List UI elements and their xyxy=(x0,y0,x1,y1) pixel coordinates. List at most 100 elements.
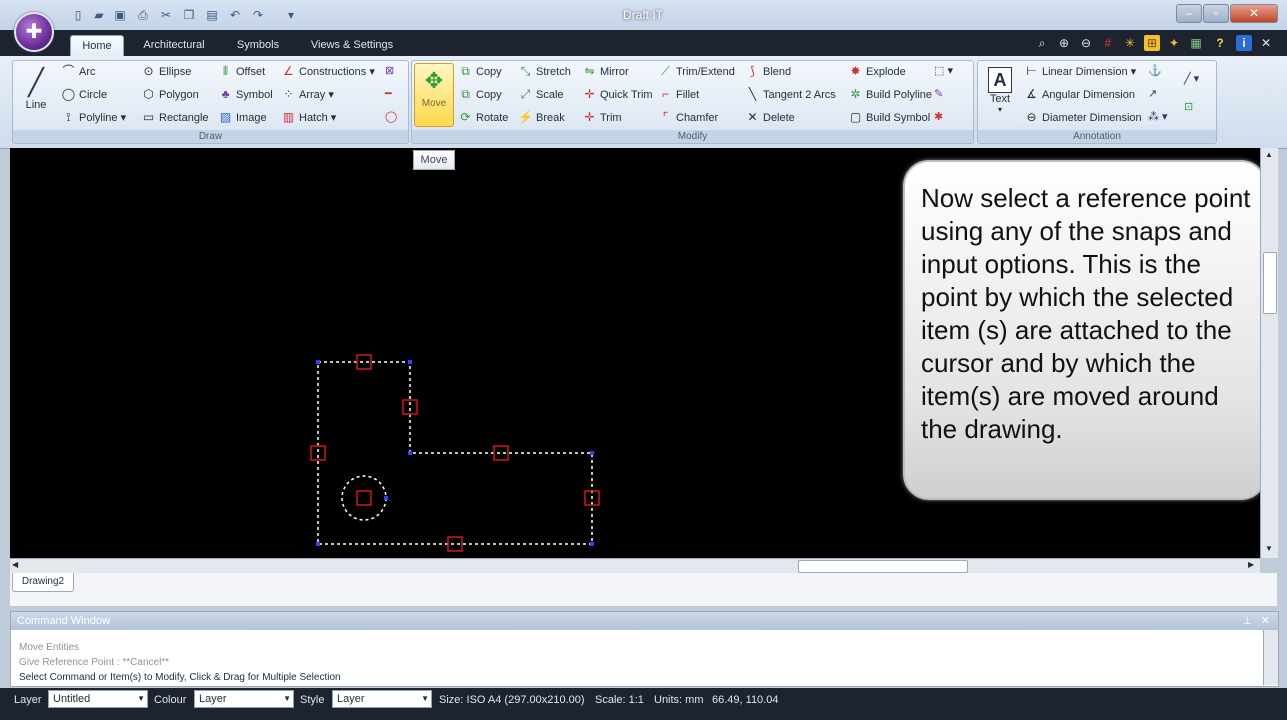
point-marker-icon[interactable]: ⁂ ▾ xyxy=(1148,107,1168,127)
ellipse-button[interactable]: ⊙ Ellipse xyxy=(141,61,191,81)
command-prompt-line[interactable]: Select Command or Item(s) to Modify, Cli… xyxy=(19,671,341,685)
grip-point xyxy=(590,542,594,546)
quick-trim-button[interactable]: ✛ Quick Trim xyxy=(582,84,652,104)
snap-icon[interactable]: ✳ xyxy=(1122,35,1138,51)
customize-toolbar-icon[interactable]: ▾ xyxy=(283,7,299,23)
grip-point xyxy=(408,451,412,455)
command-scrollbar[interactable] xyxy=(1263,630,1278,685)
edit-icon[interactable]: ✎ xyxy=(934,84,943,104)
copy-icon[interactable]: ❐ xyxy=(181,7,197,23)
pin-icon[interactable]: ⊥ xyxy=(1242,614,1252,627)
delete-button[interactable]: ✕ Delete xyxy=(745,107,794,127)
polygon-button[interactable]: ⬡ Polygon xyxy=(141,84,199,104)
leader-icon[interactable]: ↗ xyxy=(1148,84,1157,104)
new-file-icon[interactable]: ▯ xyxy=(70,7,86,23)
paste-icon[interactable]: ▤ xyxy=(204,7,220,23)
copy-button[interactable]: ⧉ Copy xyxy=(458,61,501,81)
text-button[interactable]: A Text ▾ xyxy=(982,63,1018,125)
linear-dimension-icon: ⊢ xyxy=(1026,64,1037,78)
move-button[interactable]: ✥ Move xyxy=(414,63,454,127)
tab-symbols[interactable]: Symbols xyxy=(228,35,288,56)
trim-button[interactable]: ✛ Trim xyxy=(582,107,621,127)
stretch-button[interactable]: ⤡ Stretch xyxy=(518,61,571,81)
leader-line-icon[interactable]: ╱ ▾ xyxy=(1184,69,1199,89)
select-options-icon[interactable]: ⬚ ▾ xyxy=(934,61,953,81)
maximize-button[interactable]: ▫ xyxy=(1203,4,1229,23)
vertical-scroll-thumb[interactable] xyxy=(1263,252,1277,314)
close-button[interactable]: ✕ xyxy=(1230,4,1278,23)
scroll-right-icon[interactable]: ▶ xyxy=(1248,560,1254,569)
tab-architectural[interactable]: Architectural xyxy=(134,35,214,56)
build-polyline-button[interactable]: ✲ Build Polyline xyxy=(848,84,932,104)
open-folder-icon[interactable]: ▰ xyxy=(91,7,107,23)
offset-button[interactable]: ⫴ Offset xyxy=(218,61,265,81)
help-icon[interactable]: ? xyxy=(1212,35,1228,51)
horizontal-scroll-thumb[interactable] xyxy=(798,560,968,573)
tab-views-settings[interactable]: Views & Settings xyxy=(302,35,402,56)
save-icon[interactable]: ▣ xyxy=(112,7,128,23)
hatch-button[interactable]: ▥ Hatch ▾ xyxy=(281,107,337,127)
rectangle-button[interactable]: ▭ Rectangle xyxy=(141,107,209,127)
angular-dimension-button[interactable]: ∡ Angular Dimension xyxy=(1024,84,1135,104)
horizontal-scrollbar[interactable]: ◀ ▶ xyxy=(10,558,1260,574)
scale-button[interactable]: ⤢ Scale xyxy=(518,84,564,104)
application-menu-button[interactable]: ✚ xyxy=(14,12,54,52)
zoom-out-icon[interactable]: ⊖ xyxy=(1078,35,1094,51)
layer-select[interactable]: Untitled ▼ xyxy=(48,690,148,708)
linear-dimension-button[interactable]: ⊢ Linear Dimension ▾ xyxy=(1024,61,1136,81)
chamfer-button[interactable]: ⌜ Chamfer xyxy=(658,107,719,127)
tutorial-callout: Now select a reference point using any o… xyxy=(903,160,1267,500)
explode-button[interactable]: ✸ Explode xyxy=(848,61,905,81)
vertical-scrollbar[interactable]: ▲ ▼ xyxy=(1260,148,1278,558)
construction-point-icon[interactable]: ⊠ xyxy=(385,61,394,81)
image-button[interactable]: ▨ Image xyxy=(218,107,267,127)
grid-icon[interactable]: # xyxy=(1100,35,1116,51)
command-window-close-icon[interactable]: ✕ xyxy=(1261,614,1270,627)
blend-button[interactable]: ⟆ Blend xyxy=(745,61,791,81)
print-icon[interactable]: ⎙ xyxy=(135,7,151,23)
symbol-button[interactable]: ♣ Symbol xyxy=(218,84,273,104)
array-button[interactable]: ⁘ Array ▾ xyxy=(281,84,333,104)
anchor-icon[interactable]: ⚓ xyxy=(1148,61,1162,81)
scroll-down-icon[interactable]: ▼ xyxy=(1263,544,1275,553)
insert-field-icon[interactable]: ⊡ xyxy=(1184,97,1193,117)
paint-icon[interactable]: ✱ xyxy=(934,107,943,127)
scroll-left-icon[interactable]: ◀ xyxy=(12,560,18,569)
close-document-icon[interactable]: ✕ xyxy=(1258,35,1274,51)
line-button[interactable]: ╱ Line xyxy=(17,65,55,125)
zoom-window-icon[interactable]: ⌕ xyxy=(1034,35,1050,51)
construction-circle-icon[interactable]: ◯ xyxy=(385,107,397,127)
ortho-icon[interactable]: ⊞ xyxy=(1144,35,1160,51)
arc-label: Arc xyxy=(79,66,96,78)
polyline-button[interactable]: ⟟ Polyline ▾ xyxy=(61,107,126,127)
mirror-button[interactable]: ⇋ Mirror xyxy=(582,61,628,81)
calculator-icon[interactable]: ▦ xyxy=(1188,35,1204,51)
document-tab-drawing2[interactable]: Drawing2 xyxy=(12,573,74,592)
fillet-label: Fillet xyxy=(676,89,700,101)
cut-icon[interactable]: ✂ xyxy=(158,7,174,23)
info-icon[interactable]: i xyxy=(1236,35,1252,51)
fillet-button[interactable]: ⌐ Fillet xyxy=(658,84,699,104)
tab-home[interactable]: Home xyxy=(70,35,124,57)
colour-select[interactable]: Layer ▼ xyxy=(194,690,294,708)
minimize-button[interactable]: – xyxy=(1176,4,1202,23)
copy-multiple-button[interactable]: ⧉ Copy xyxy=(458,84,501,104)
style-select[interactable]: Layer ▼ xyxy=(332,690,432,708)
redo-icon[interactable]: ↷ xyxy=(250,7,266,23)
chamfer-label: Chamfer xyxy=(676,112,719,124)
build-symbol-button[interactable]: ▢ Build Symbol xyxy=(848,107,930,127)
scroll-up-icon[interactable]: ▲ xyxy=(1263,150,1275,159)
tangent-2-arcs-button[interactable]: ╲ Tangent 2 Arcs xyxy=(745,84,836,104)
layer-value: Untitled xyxy=(53,693,91,705)
circle-button[interactable]: ◯ Circle xyxy=(61,84,107,104)
arc-button[interactable]: ⌒ Arc xyxy=(61,61,96,81)
construction-line-icon[interactable]: ━ xyxy=(385,84,392,104)
break-button[interactable]: ⚡ Break xyxy=(518,107,565,127)
zoom-in-icon[interactable]: ⊕ xyxy=(1056,35,1072,51)
rotate-button[interactable]: ⟳ Rotate xyxy=(458,107,508,127)
diameter-dimension-button[interactable]: ⊖ Diameter Dimension xyxy=(1024,107,1141,127)
trim-extend-button[interactable]: ⟋ Trim/Extend xyxy=(658,61,735,81)
constructions-button[interactable]: ∠ Constructions ▾ xyxy=(281,61,375,81)
undo-icon[interactable]: ↶ xyxy=(227,7,243,23)
light-icon[interactable]: ✦ xyxy=(1166,35,1182,51)
